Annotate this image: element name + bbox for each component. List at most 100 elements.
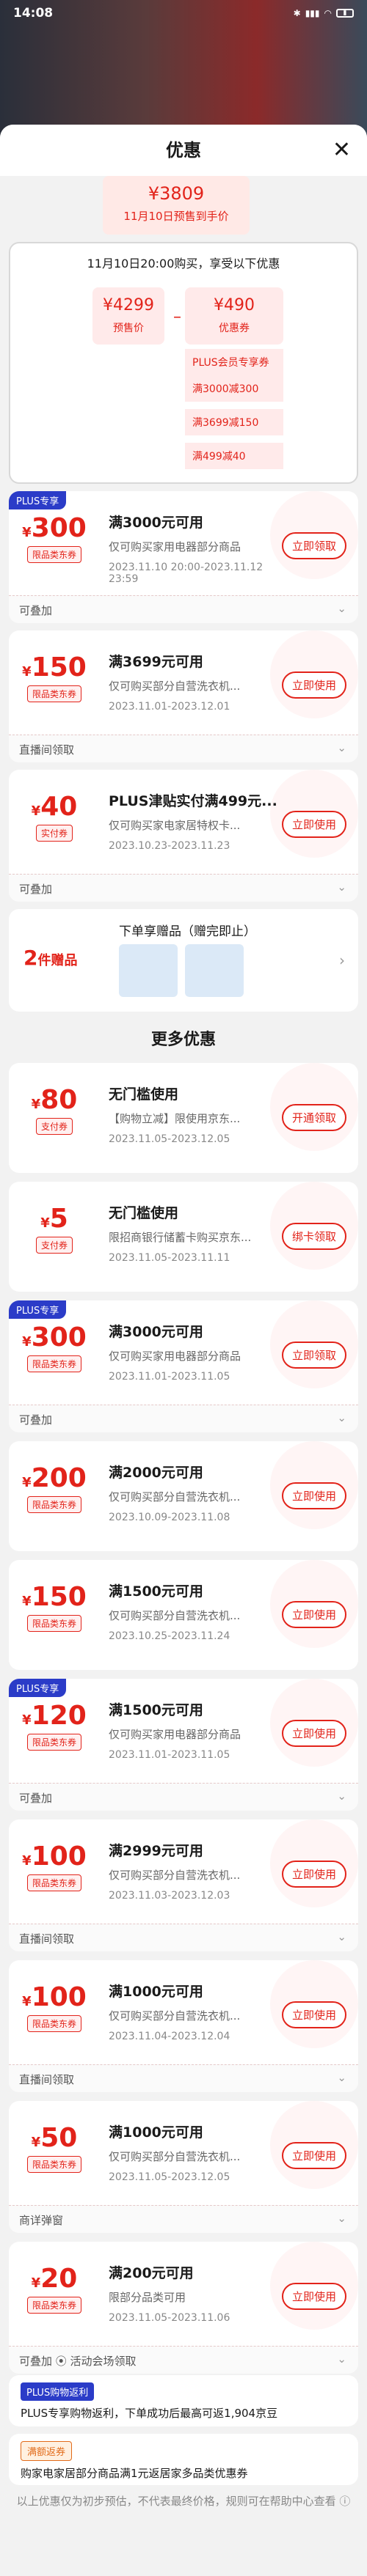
coupon-action-button[interactable]: 立即使用 <box>281 1861 346 1888</box>
coupon-amount-block: ¥150 限品类东券 <box>18 1582 91 1632</box>
coupon-action-button[interactable]: 立即使用 <box>281 2001 346 2028</box>
coupon-action-button[interactable]: 立即使用 <box>281 811 346 838</box>
coupon-footer-text: 可叠加 <box>19 883 53 896</box>
close-icon[interactable]: ✕ <box>333 125 351 176</box>
coupon-card: PLUS专享 ¥300 限品类东券 满3000元可用 仅可购买家用电器部分商品 … <box>9 491 358 623</box>
rebate-coupon-text: 购家电家居部分商品满1元返居家多品类优惠券 <box>21 2467 248 2480</box>
coupon-title: 满1000元可用 <box>109 1984 203 2000</box>
coupon-card: ¥150 限品类东券 满1500元可用 仅可购买部分自营洗衣机... 2023.… <box>9 1560 358 1670</box>
coupon-info: PLUS津贴实付满499元... 仅可购买家电家居特权卡... 2023.10.… <box>109 790 285 852</box>
coupon-amount-block: ¥100 限品类东券 <box>18 1982 91 2032</box>
coupon-total-label: 优惠券 <box>219 323 250 334</box>
coupon-footer[interactable]: 直播间领取 ⌄ <box>9 1924 358 1951</box>
coupon-card: ¥80 支付券 无门槛使用 【购物立减】限使用京东... 2023.11.05-… <box>9 1063 358 1173</box>
coupon-card: ¥100 限品类东券 满1000元可用 仅可购买部分自营洗衣机... 2023.… <box>9 1960 358 2092</box>
coupon-action-button[interactable]: 立即使用 <box>281 1601 346 1628</box>
coupon-action-button[interactable]: 开通领取 <box>281 1104 346 1131</box>
coupon-amount: ¥120 <box>22 1701 87 1731</box>
final-price-box: ¥3809 11月10日预售到手价 <box>103 176 250 235</box>
chevron-down-icon: ⌄ <box>337 1930 346 1943</box>
coupon-title: 无门槛使用 <box>109 1086 179 1103</box>
coupon-date: 2023.11.01-2023.11.05 <box>109 1749 230 1761</box>
coupon-footer[interactable]: 可叠加 ⌄ <box>9 874 358 902</box>
gift-count-number: 2 <box>23 946 38 970</box>
coupon-amount-block: ¥40 实付券 <box>18 792 91 842</box>
status-bar: 14:08 ✱ ▮▮▮ ◠ ▮ <box>0 0 367 26</box>
coupon-info: 满2000元可用 仅可购买部分自营洗衣机... 2023.10.09-2023.… <box>109 1462 285 1523</box>
coupon-amount-value: 150 <box>31 1582 87 1612</box>
coupon-amount: ¥5 <box>40 1204 68 1234</box>
coupon-amount-value: 50 <box>40 2123 78 2153</box>
coupon-amount-value: 40 <box>40 792 78 822</box>
coupon-action-button[interactable]: 立即使用 <box>281 2283 346 2310</box>
coupon-amount-value: 120 <box>31 1701 87 1731</box>
coupon-action-button[interactable]: 绑卡领取 <box>281 1223 346 1250</box>
coupon-type-tag: 限品类东券 <box>26 685 81 702</box>
coupon-footer-text: 直播间领取 <box>19 2073 75 2086</box>
rebate-coupon-note[interactable]: 满额返券 购家电家居部分商品满1元返居家多品类优惠券 <box>9 2434 358 2485</box>
coupon-amount-value: 80 <box>40 1085 78 1115</box>
coupon-type-tag: 支付券 <box>35 1237 73 1254</box>
coupon-title: 满1500元可用 <box>109 1583 203 1600</box>
coupon-action-button[interactable]: 立即使用 <box>281 671 346 699</box>
coupon-amount-block: ¥100 限品类东券 <box>18 1841 91 1891</box>
chevron-down-icon: ⌄ <box>337 1411 346 1424</box>
coupon-action-button[interactable]: 立即领取 <box>281 1342 346 1369</box>
coupon-card: ¥50 限品类东券 满1000元可用 仅可购买部分自营洗衣机... 2023.1… <box>9 2101 358 2233</box>
coupon-footer-text: 可叠加 <box>19 604 53 617</box>
final-price-label: 11月10日预售到手价 <box>123 210 229 223</box>
chevron-down-icon: ⌄ <box>337 741 346 754</box>
coupon-amount-value: 100 <box>31 1841 87 1872</box>
coupon-title: PLUS津贴实付满499元... <box>109 793 277 809</box>
coupon-info: 满200元可用 限部分品类可用 2023.11.05-2023.11.06 <box>109 2262 285 2324</box>
coupon-footer[interactable]: 直播间领取 ⌄ <box>9 2064 358 2092</box>
gift-card[interactable]: 2件赠品 下单享赠品（赠完即止） › <box>9 909 358 1012</box>
coupon-action-button[interactable]: 立即领取 <box>281 532 346 559</box>
coupon-footer[interactable]: 可叠加 ⦿ 活动会场领取 ⌄ <box>9 2346 358 2374</box>
coupon-total: ¥490 <box>214 296 255 314</box>
coupon-desc: 仅可购买部分自营洗衣机... <box>109 2009 241 2023</box>
status-time: 14:08 <box>13 6 54 21</box>
gift-count-unit: 件赠品 <box>37 953 78 968</box>
coupon-desc: 仅可购买部分自营洗衣机... <box>109 680 241 693</box>
coupon-footer-text: 直播间领取 <box>19 743 75 757</box>
coupon-item: 满3699减150 <box>185 409 283 435</box>
coupon-amount-block: ¥20 限品类东券 <box>18 2264 91 2314</box>
chevron-down-icon: ⌄ <box>337 880 346 894</box>
minus-sign: – <box>173 308 181 326</box>
chevron-right-icon: › <box>339 952 345 969</box>
coupon-info: 无门槛使用 限招商银行储蓄卡购买京东... 2023.11.05-2023.11… <box>109 1202 285 1264</box>
coupon-info: 满3699元可用 仅可购买部分自营洗衣机... 2023.11.01-2023.… <box>109 651 285 713</box>
coupon-footer[interactable]: 直播间领取 ⌄ <box>9 735 358 762</box>
coupon-footer[interactable]: 可叠加 ⌄ <box>9 1783 358 1811</box>
coupon-desc: 仅可购买家电家居特权卡... <box>109 819 241 832</box>
sheet-header: 优惠 ✕ <box>0 125 367 176</box>
gift-image <box>185 944 244 997</box>
coupon-action-button[interactable]: 立即使用 <box>281 1720 346 1747</box>
presale-price: ¥4299 <box>103 296 154 314</box>
coupon-title: 满2999元可用 <box>109 1843 203 1859</box>
coupon-type-tag: 限品类东券 <box>26 2297 81 2314</box>
coupon-date: 2023.11.01-2023.11.05 <box>109 1371 230 1383</box>
coupon-card: ¥100 限品类东券 满2999元可用 仅可购买部分自营洗衣机... 2023.… <box>9 1819 358 1951</box>
coupon-amount: ¥150 <box>22 1582 87 1612</box>
coupon-action-button[interactable]: 立即使用 <box>281 1482 346 1509</box>
coupon-footer[interactable]: 可叠加 ⌄ <box>9 1405 358 1432</box>
coupon-footer[interactable]: 商详弹窗 ⌄ <box>9 2205 358 2233</box>
coupon-date: 2023.10.25-2023.11.24 <box>109 1630 230 1642</box>
coupon-amount: ¥100 <box>22 1841 87 1872</box>
coupon-amount-block: ¥120 限品类东券 <box>18 1701 91 1751</box>
coupon-amount-value: 5 <box>49 1204 68 1234</box>
coupon-title: 满200元可用 <box>109 2265 194 2281</box>
coupon-date: 2023.11.03-2023.12.03 <box>109 1890 230 1902</box>
coupon-card: ¥40 实付券 PLUS津贴实付满499元... 仅可购买家电家居特权卡... … <box>9 770 358 902</box>
coupon-item: 满3000减300 <box>185 375 283 402</box>
coupon-footer[interactable]: 可叠加 ⌄ <box>9 595 358 623</box>
coupon-amount-value: 20 <box>40 2264 78 2294</box>
coupon-type-tag: 限品类东券 <box>26 546 81 563</box>
coupon-info: 满3000元可用 仅可购买家用电器部分商品 2023.11.10 20:00-2… <box>109 512 285 585</box>
coupon-amount-block: ¥50 限品类东券 <box>18 2123 91 2173</box>
coupon-action-button[interactable]: 立即使用 <box>281 2142 346 2169</box>
coupon-date: 2023.11.01-2023.12.01 <box>109 701 230 713</box>
coupon-amount: ¥150 <box>22 652 87 682</box>
